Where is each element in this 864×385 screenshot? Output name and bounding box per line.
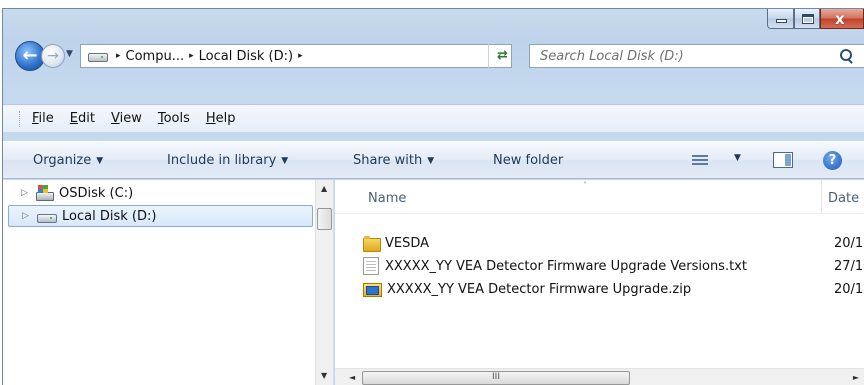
scroll-down-icon[interactable]: ▼ [321,371,327,380]
forward-button[interactable]: → [41,44,65,68]
minimize-button[interactable] [767,9,794,29]
close-icon: x [835,10,845,28]
chevron-down-icon: ▼ [427,156,435,166]
file-name: VESDA [385,235,430,251]
menu-edit-label: dit [78,111,95,126]
scroll-right-icon[interactable]: ► [853,373,859,382]
search-placeholder: Search Local Disk (D:) [540,48,684,64]
menu-view[interactable]: View [111,111,142,126]
scroll-left-icon[interactable]: ◄ [349,373,355,382]
file-list: Name ˄ Date VESDA 20/1 XXXXX_YY VEA Dete… [335,180,864,385]
chevron-down-icon: ▼ [281,156,289,166]
preview-pane-icon[interactable] [773,152,793,168]
file-name: XXXXX_YY VEA Detector Firmware Upgrade V… [385,258,747,274]
explorer-window: x ← → ▼ ▸ Compu... ▸ Local Disk (D:) ▸ ▼… [2,8,864,385]
search-input[interactable]: Search Local Disk (D:) [529,44,864,68]
drive-icon [87,50,108,62]
menu-view-accel: V [110,111,120,126]
file-name: XXXXX_YY VEA Detector Firmware Upgrade.z… [387,281,692,297]
menu-bar: File Edit View Tools Help [3,104,864,132]
tree-item-local-disk[interactable]: ▷ Local Disk (D:) [8,205,313,227]
chevron-down-icon: ▼ [96,156,104,166]
scrollbar-thumb[interactable] [317,208,332,230]
navigation-pane: ▷ OSDisk (C:) ▷ Local Disk (D:) ▲ ▼ [3,180,334,385]
menu-help[interactable]: Help [206,111,236,126]
include-label: Include in library [167,153,277,168]
menu-help-accel: H [205,111,216,126]
column-divider[interactable] [821,180,822,214]
breadcrumb-local-disk[interactable]: Local Disk (D:) [199,49,293,64]
folder-icon [363,236,381,252]
tree-item-osdisk[interactable]: ▷ OSDisk (C:) [5,182,315,204]
breadcrumb-arrow[interactable]: ▸ [298,51,303,61]
menu-tools-label: ools [163,111,190,126]
menu-tools[interactable]: Tools [158,111,190,126]
expand-arrow-icon[interactable]: ▷ [21,188,33,198]
view-options-chevron-icon[interactable]: ▼ [734,153,741,163]
breadcrumb-computer[interactable]: Compu... [126,49,185,64]
menu-grip [19,110,22,127]
new-folder-button[interactable]: New folder [493,153,563,168]
maximize-button[interactable] [794,9,820,29]
breadcrumb-arrow[interactable]: ▸ [116,51,121,61]
tree-item-label: OSDisk (C:) [59,185,134,201]
column-header-date[interactable]: Date [828,191,859,206]
search-icon[interactable] [840,49,854,63]
menu-view-label: iew [119,111,142,126]
breadcrumb-arrow[interactable]: ▸ [189,51,194,61]
column-header-name[interactable]: Name [368,191,406,206]
navigation-bar: ← → ▼ ▸ Compu... ▸ Local Disk (D:) ▸ ▼ ⇄… [3,39,864,75]
scrollbar-thumb[interactable]: III [362,371,630,385]
menu-file-label: ile [38,111,54,126]
help-icon[interactable]: ? [823,151,842,170]
nav-pane-scrollbar[interactable]: ▲ ▼ [315,180,333,385]
expand-arrow-icon[interactable]: ▷ [22,211,34,221]
recent-pages-button[interactable]: ▼ [66,49,78,63]
share-with-button[interactable]: Share with ▼ [353,153,434,168]
file-row-versions-txt[interactable]: XXXXX_YY VEA Detector Firmware Upgrade V… [363,255,864,277]
menu-edit[interactable]: Edit [70,111,95,126]
organize-button[interactable]: Organize ▼ [33,153,103,168]
column-header-row: Name ˄ Date [335,180,864,214]
file-row-vesda[interactable]: VESDA 20/1 [363,232,864,254]
close-button[interactable]: x [820,9,864,29]
file-date: 20/1 [834,235,864,251]
caption-buttons: x [767,9,864,31]
maximize-icon [802,14,814,24]
refresh-button[interactable]: ⇄ [488,44,516,68]
text-file-icon [363,257,379,275]
file-list-horizontal-scrollbar[interactable]: ◄ III ► [335,368,864,385]
scroll-up-icon[interactable]: ▲ [321,184,327,193]
zip-file-icon [363,281,382,297]
minimize-icon [776,19,787,23]
windows-drive-icon [35,185,54,201]
file-row-upgrade-zip[interactable]: XXXXX_YY VEA Detector Firmware Upgrade.z… [363,278,864,300]
include-in-library-button[interactable]: Include in library ▼ [167,153,288,168]
tree-item-label: Local Disk (D:) [62,208,157,224]
menu-help-label: elp [215,111,236,126]
organize-label: Organize [33,153,92,168]
sort-ascending-icon: ˄ [583,181,587,190]
share-label: Share with [353,153,423,168]
address-bar[interactable]: ▸ Compu... ▸ Local Disk (D:) ▸ ▼ [80,44,540,68]
file-date: 20/1 [834,281,864,297]
file-date: 27/1 [834,258,864,274]
drive-icon [36,210,57,223]
menu-file[interactable]: File [32,111,54,126]
change-view-icon[interactable] [692,155,708,167]
scrollbar-grip: III [492,372,500,382]
menu-edit-accel: E [69,111,78,126]
command-bar: Organize ▼ Include in library ▼ Share with… [3,141,864,179]
